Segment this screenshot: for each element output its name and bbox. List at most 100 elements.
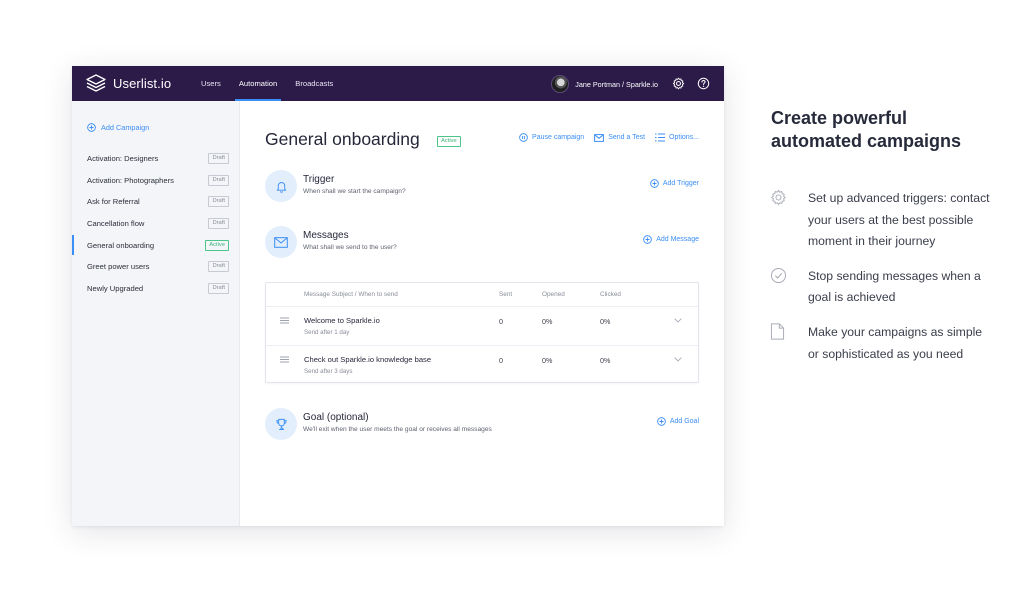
campaign-actions: Pause campaign Send a Test Options...: [519, 133, 699, 142]
message-clicked-rate: 0%: [600, 356, 611, 365]
messages-icon-circle: [265, 226, 297, 258]
campaign-editor: General onboarding Active Pause campaign…: [240, 101, 724, 526]
main-nav: Users Automation Broadcasts: [192, 66, 342, 101]
goal-icon-circle: [265, 408, 297, 440]
envelope-icon: [274, 236, 288, 248]
status-badge: Draft: [208, 196, 229, 208]
plus-circle-icon: [656, 417, 666, 426]
column-header-clicked: Clicked: [600, 291, 621, 298]
messages-title: Messages: [303, 230, 349, 241]
trophy-icon: [275, 418, 287, 430]
nav-users[interactable]: Users: [192, 66, 230, 101]
pause-campaign-label: Pause campaign: [532, 134, 585, 141]
feature-list: Set up advanced triggers: contact your u…: [770, 188, 990, 378]
status-badge: Draft: [208, 218, 229, 230]
column-header-subject: Message Subject / When to send: [304, 291, 398, 298]
message-send-delay: Send after 3 days: [304, 368, 353, 375]
drag-handle-icon[interactable]: [280, 317, 289, 324]
column-header-opened: Opened: [542, 291, 565, 298]
trigger-description: When shall we start the campaign?: [303, 188, 406, 195]
status-badge: Draft: [208, 153, 229, 165]
campaign-name: Cancellation flow: [87, 219, 145, 229]
add-trigger-label: Add Trigger: [662, 180, 699, 187]
trigger-title: Trigger: [303, 174, 335, 185]
add-campaign-label: Add Campaign: [101, 123, 150, 132]
table-row[interactable]: Welcome to Sparkle.io Send after 1 day 0…: [266, 307, 698, 345]
feature-item: Stop sending messages when a goal is ach…: [770, 266, 990, 309]
options-label: Options...: [669, 134, 699, 141]
sidebar-item-activation-designers[interactable]: Activation: Designers Draft: [72, 148, 240, 170]
document-icon: [770, 323, 785, 340]
campaign-sidebar: Add Campaign Activation: Designers Draft…: [72, 101, 240, 526]
help-icon[interactable]: [697, 77, 710, 90]
logo[interactable]: Userlist.io: [86, 74, 171, 92]
table-row[interactable]: Check out Sparkle.io knowledge base Send…: [266, 345, 698, 383]
messages-section: Messages What shall we send to the user?…: [265, 226, 699, 260]
add-trigger-button[interactable]: Add Trigger: [649, 179, 699, 188]
sidebar-item-general-onboarding[interactable]: General onboarding Active: [72, 234, 240, 256]
campaign-name: General onboarding: [87, 240, 155, 250]
send-test-label: Send a Test: [608, 134, 646, 141]
column-header-sent: Sent: [499, 291, 513, 298]
status-badge: Draft: [208, 261, 229, 273]
pause-campaign-button[interactable]: Pause campaign: [519, 133, 584, 142]
envelope-icon: [594, 133, 605, 142]
plus-circle-icon: [643, 235, 653, 244]
message-opened-rate: 0%: [542, 317, 553, 326]
sidebar-item-cancellation-flow[interactable]: Cancellation flow Draft: [72, 213, 240, 235]
message-sent-count: 0: [499, 317, 503, 326]
trigger-section: Trigger When shall we start the campaign…: [265, 170, 699, 204]
messages-description: What shall we send to the user?: [303, 244, 397, 251]
goal-title: Goal (optional): [303, 412, 369, 423]
campaign-status-badge: Active: [437, 136, 461, 147]
message-opened-rate: 0%: [542, 356, 553, 365]
chevron-down-icon[interactable]: [674, 357, 682, 362]
sidebar-item-greet-power-users[interactable]: Greet power users Draft: [72, 256, 240, 278]
add-message-label: Add Message: [656, 236, 699, 243]
campaign-name: Activation: Photographers: [87, 175, 174, 185]
check-circle-icon: [770, 267, 787, 283]
trigger-icon-circle: [265, 170, 297, 202]
user-account-label: Jane Portman / Sparkle.io: [575, 79, 658, 89]
campaign-name: Greet power users: [87, 262, 150, 272]
add-message-button[interactable]: Add Message: [643, 235, 699, 244]
brand-name: Userlist.io: [113, 75, 172, 91]
goal-section: Goal (optional) We'll exit when the user…: [265, 408, 699, 442]
layers-logo-icon: [86, 74, 106, 92]
nav-broadcasts[interactable]: Broadcasts: [286, 66, 342, 101]
app-window: Userlist.io Users Automation Broadcasts …: [72, 66, 724, 526]
options-button[interactable]: Options...: [655, 133, 699, 142]
gear-icon: [771, 189, 786, 206]
add-goal-label: Add Goal: [669, 418, 699, 425]
list-icon: [655, 133, 666, 142]
campaign-name: Newly Upgraded: [87, 283, 144, 293]
page-title: General onboarding: [265, 129, 420, 149]
add-campaign-button[interactable]: Add Campaign: [87, 123, 149, 132]
plus-circle-icon: [649, 179, 659, 188]
chevron-down-icon[interactable]: [674, 318, 682, 323]
message-subject: Welcome to Sparkle.io: [304, 316, 380, 325]
add-goal-button[interactable]: Add Goal: [656, 417, 699, 426]
feature-text: Make your campaigns as simple or sophist…: [808, 324, 983, 361]
nav-automation[interactable]: Automation: [230, 66, 286, 101]
feature-text: Stop sending messages when a goal is ach…: [808, 268, 981, 305]
messages-table: Message Subject / When to send Sent Open…: [265, 282, 699, 383]
status-badge: Draft: [208, 174, 229, 186]
sidebar-item-newly-upgraded[interactable]: Newly Upgraded Draft: [72, 278, 240, 300]
feature-text: Set up advanced triggers: contact your u…: [808, 191, 990, 249]
status-badge: Draft: [208, 282, 229, 294]
top-navigation-bar: Userlist.io Users Automation Broadcasts …: [72, 66, 724, 101]
gear-icon[interactable]: [672, 77, 685, 90]
campaign-name: Ask for Referral: [87, 197, 140, 207]
feature-item: Set up advanced triggers: contact your u…: [770, 188, 990, 253]
sidebar-item-ask-for-referral[interactable]: Ask for Referral Draft: [72, 191, 240, 213]
drag-handle-icon[interactable]: [280, 356, 289, 363]
avatar: [551, 75, 570, 93]
status-badge: Active: [205, 239, 229, 251]
goal-description: We'll exit when the user meets the goal …: [303, 426, 492, 433]
pause-circle-icon: [519, 133, 528, 142]
sidebar-item-activation-photographers[interactable]: Activation: Photographers Draft: [72, 170, 240, 192]
promo-heading: Create powerful automated campaigns: [771, 108, 962, 151]
send-test-button[interactable]: Send a Test: [594, 133, 645, 142]
user-menu[interactable]: Jane Portman / Sparkle.io: [551, 75, 658, 93]
